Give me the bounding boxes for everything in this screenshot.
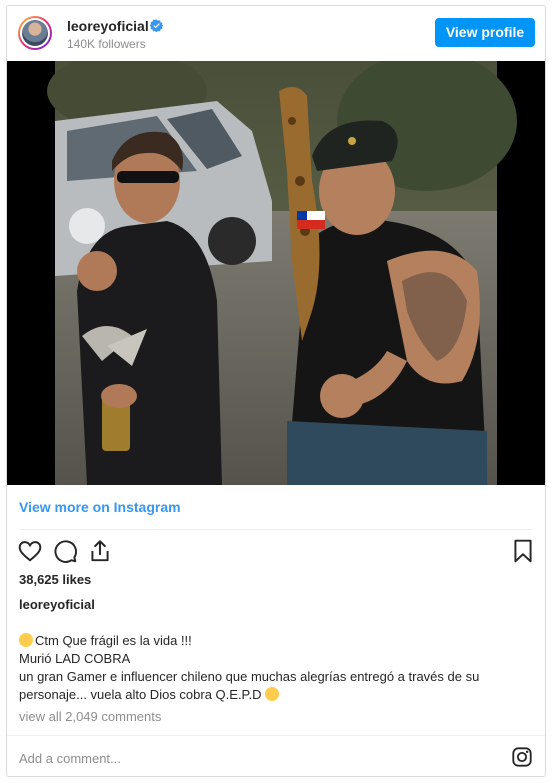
view-more-link[interactable]: View more on Instagram [19,499,181,515]
view-profile-button[interactable]: View profile [435,18,535,47]
caption-line-1: Ctm Que frágil es la vida !!! [19,632,534,650]
instagram-icon[interactable] [511,746,533,768]
share-icon[interactable] [87,538,113,564]
avatar-image [22,20,48,46]
caption-line-4: personaje... vuela alto Dios cobra Q.E.P… [19,686,534,704]
post-owner-username[interactable]: leoreyoficial [19,597,95,612]
caption-line-3: un gran Gamer e influencer chileno que m… [19,669,480,684]
avatar[interactable] [18,16,52,50]
username-link[interactable]: leoreyoficial [67,18,149,34]
post-header: leoreyoficial 140K followers View profil… [7,6,545,61]
divider [19,529,533,530]
view-comments-link[interactable]: view all 2,049 comments [19,709,161,724]
bookmark-icon[interactable] [510,538,536,564]
caption-line-2: Murió LAD COBRA [19,651,131,666]
action-bar [7,536,545,570]
post-photo-illustration [7,61,545,485]
verified-badge-icon [150,19,163,32]
like-count[interactable]: 38,625 likes [19,572,91,587]
heart-icon[interactable] [17,538,43,564]
instagram-embed-card: leoreyoficial 140K followers View profil… [6,5,546,777]
post-image[interactable] [7,61,545,485]
caption-text-4: personaje... vuela alto Dios cobra Q.E.P… [19,687,262,702]
post-caption: Ctm Que frágil es la vida !!! Murió LAD … [19,632,534,704]
divider [7,735,545,736]
sad-face-emoji-icon [265,687,280,701]
follower-count: 140K followers [67,37,146,51]
crying-face-emoji-icon [19,633,33,647]
comment-icon[interactable] [52,538,78,564]
avatar-ring [20,18,50,48]
caption-text-1: Ctm Que frágil es la vida !!! [35,633,192,648]
add-comment-input[interactable]: Add a comment... [19,751,121,766]
